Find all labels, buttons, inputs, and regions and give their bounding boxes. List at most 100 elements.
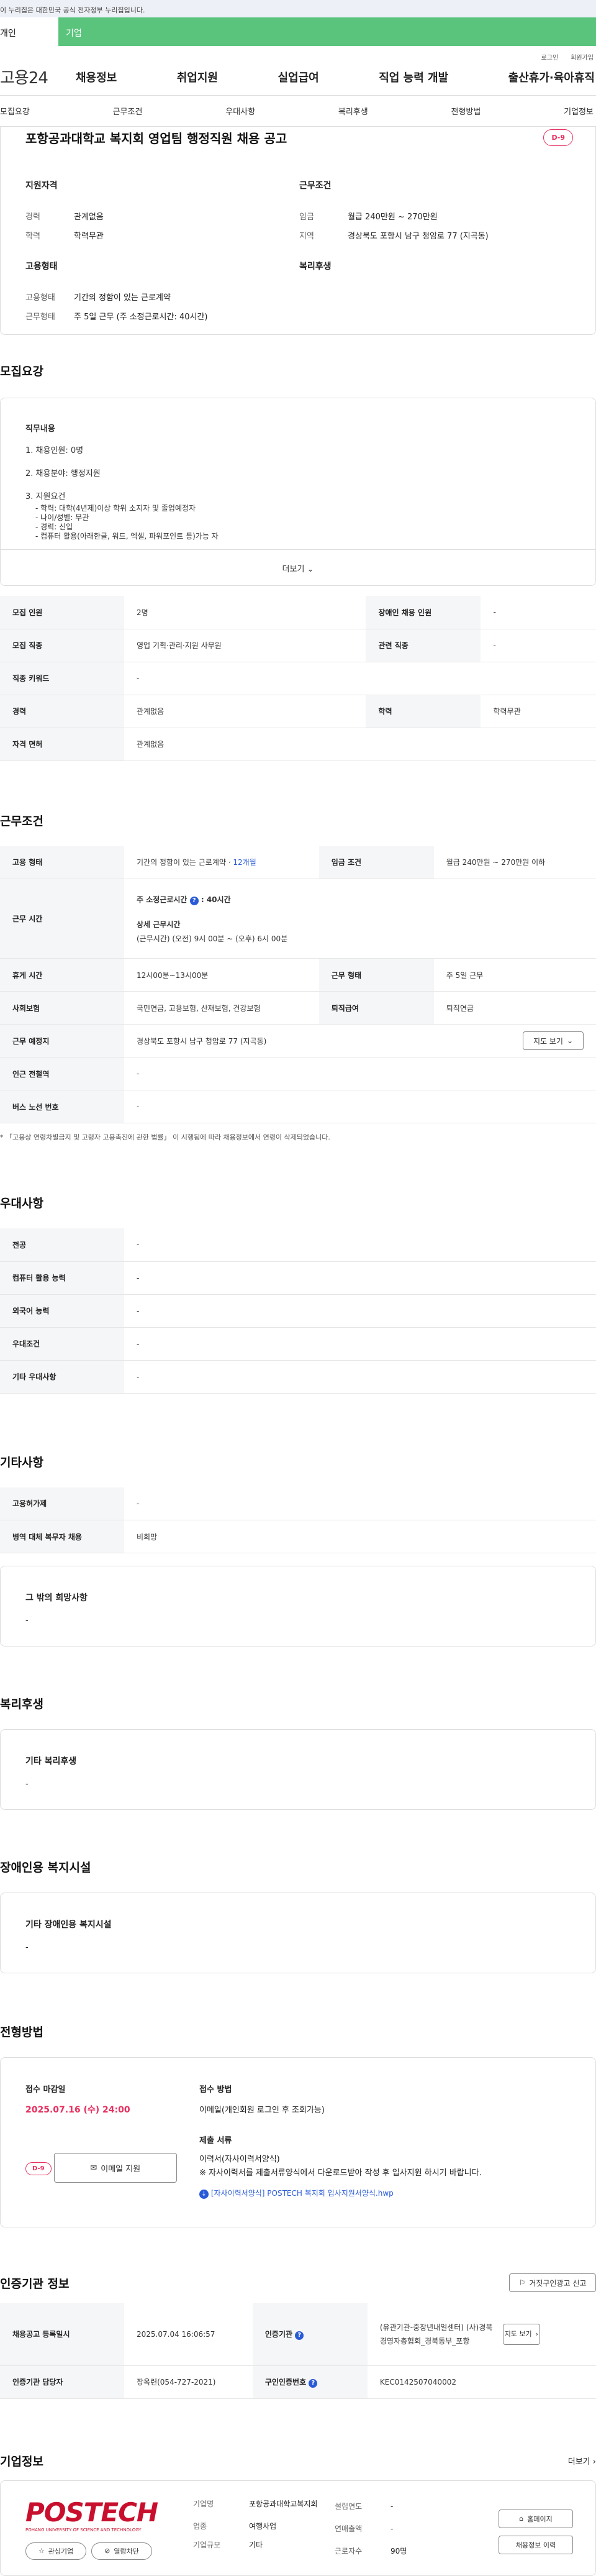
info-icon[interactable]: ? (309, 2378, 318, 2388)
join-link[interactable]: 회원가입 (571, 52, 594, 62)
table-row: 전공 - (0, 1228, 596, 1262)
email-apply-button[interactable]: ✉ 이메일 지원 (53, 2153, 177, 2183)
job-history-label: 채용정보 이력 (515, 2541, 556, 2549)
table-value: 비희망 (124, 1520, 596, 1553)
company-value: 포항공과대학교복지회 (249, 2499, 318, 2508)
job-header: 포항공과대학교 복지회 영업팀 행정직원 채용 공고 D-9 (25, 127, 573, 148)
company-more-link[interactable]: 더보기 › (568, 2455, 596, 2467)
login-link[interactable]: 로그인 (541, 52, 559, 62)
table-row: 병역 대체 복무자 채용 비희망 (0, 1520, 596, 1553)
block-company-label: 열람차단 (114, 2547, 139, 2555)
table-key: 구인인증번호 ? (252, 2365, 368, 2399)
subnav-pref[interactable]: 우대사항 (225, 105, 255, 117)
table-value: - (481, 596, 596, 629)
table-value: 2025.07.04 16:06:57 (124, 2303, 253, 2366)
docs-note: ※ 자사이력서를 제출서류양식에서 다운로드받아 작성 후 입사지원 하시기 바… (199, 2168, 482, 2178)
table-value: 학력무관 (481, 695, 596, 728)
homepage-label: 홈페이지 (527, 2514, 553, 2523)
tab-personal[interactable]: 개인 (0, 17, 58, 46)
dday-badge: D-9 (25, 2162, 52, 2175)
job-summary-top: 지원자격 경력 관계없음 학력 학력무관 근무조건 임금 월급 240만원 ~ 270… (25, 179, 573, 246)
table-row: 인근 전철역 - (0, 1057, 596, 1090)
company-value: 90명 (391, 2546, 407, 2555)
weekly-hours-value: 40시간 (206, 895, 231, 904)
info-icon[interactable]: ? (295, 2331, 304, 2340)
qualification-title: 지원자격 (25, 181, 58, 191)
agency-table: 채용공고 등록일시 2025.07.04 16:06:57 인증기관 ? (유관… (0, 2303, 596, 2399)
desc-line: 2. 채용분야: 행정지원 (25, 469, 101, 478)
subnav-benefit[interactable]: 복리후생 (338, 105, 368, 117)
resume-file-link[interactable]: ↓ [자사이력서양식] POSTECH 복지회 입사지원서양식.hwp (199, 2188, 571, 2199)
section-title-agency: 인증기관 정보 (0, 2277, 70, 2291)
table-row: 외국어 능력 - (0, 1294, 596, 1328)
subnav-company[interactable]: 기업정보 (564, 105, 594, 117)
nav-vocational-training[interactable]: 직업 능력 개발 (379, 69, 448, 85)
benefit-box: 기타 복리후생 - (0, 1729, 596, 1810)
selection-card: 접수 마감일 2025.07.16 (수) 24:00 D-9 ✉ 이메일 지원 … (0, 2057, 596, 2227)
summary-row: 근무형태 주 5일 근무 (주 소정근로시간: 40시간) (25, 308, 299, 327)
info-icon[interactable]: ? (189, 896, 199, 905)
tab-company[interactable]: 기업 (58, 17, 596, 46)
block-icon: ⊘ (104, 2547, 111, 2555)
table-value: - (124, 1294, 596, 1328)
table-value: - (124, 1228, 596, 1262)
company-row: 기업명 포항공과대학교복지회 (193, 2497, 335, 2511)
table-value: - (124, 1360, 596, 1394)
home-icon: ⌂ (519, 2514, 524, 2523)
nav-unemployment-benefit[interactable]: 실업급여 (278, 69, 319, 85)
company-key: 업종 (193, 2521, 207, 2531)
subnav-recruit[interactable]: 모집요강 (0, 105, 30, 117)
site-logo[interactable]: 고용24 (0, 65, 76, 88)
table-key: 휴게 시간 (0, 958, 124, 992)
table-key: 고용허가제 (0, 1487, 124, 1520)
homepage-button[interactable]: ⌂ 홈페이지 (499, 2509, 573, 2528)
map-button[interactable]: 지도 보기 ⌄ (523, 1031, 584, 1050)
summary-key: 지역 (299, 232, 314, 241)
table-value: 관계없음 (124, 728, 596, 761)
main-menu: 채용정보 취업지원 실업급여 직업 능력 개발 출산휴가·육아휴직 (76, 69, 596, 85)
condition-title: 근무조건 (299, 181, 332, 191)
box-value: - (25, 1779, 29, 1789)
section-title-company: 기업정보 (0, 2454, 43, 2469)
more-button[interactable]: 더보기 ⌄ (1, 549, 595, 585)
method-value: 이메일(개인회원 로그인 후 조회가능) (199, 2106, 325, 2115)
block-company-button[interactable]: ⊘ 열람차단 (91, 2542, 152, 2560)
summary-row: 학력 학력무관 (25, 227, 299, 246)
work-table: 고용 형태 기간의 정함이 있는 근로계약 · 12개월 임금 조건 월급 24… (0, 846, 596, 1123)
pref-table: 전공 - 컴퓨터 활용 능력 - 외국어 능력 - 우대조건 - 기타 우대사항 - (0, 1228, 596, 1394)
section-title-selection: 전형방법 (0, 2026, 43, 2039)
summary-value: 월급 240만원 ~ 270만원 (348, 212, 438, 222)
table-value: 영업 기획·관리·지원 사무원 (124, 629, 366, 662)
table-key: 경력 (0, 695, 124, 728)
gov-notice-bar: 이 누리집은 대한민국 공식 전자정부 누리집입니다. (0, 0, 596, 17)
subnav-work[interactable]: 근무조건 (113, 105, 143, 117)
table-value: 2명 (124, 596, 366, 629)
desc-line: 3. 지원요건 (25, 492, 66, 501)
deadline-title: 접수 마감일 (25, 2085, 66, 2094)
employment-block: 고용형태 고용형태 기간의 정함이 있는 근로계약 근무형태 주 5일 근무 (주 … (25, 260, 299, 327)
summary-key: 학력 (25, 232, 40, 241)
nav-jobs[interactable]: 채용정보 (76, 69, 117, 85)
deadline-block: 접수 마감일 2025.07.16 (수) 24:00 D-9 ✉ 이메일 지원 (25, 2083, 199, 2202)
false-ad-report-label: 거짓구인광고 신고 (529, 2278, 587, 2288)
favorite-company-button[interactable]: ☆ 관심기업 (25, 2542, 86, 2560)
table-row: 고용 형태 기간의 정함이 있는 근로계약 · 12개월 임금 조건 월급 24… (0, 846, 596, 879)
table-row: 버스 노선 번호 - (0, 1090, 596, 1123)
nav-employment-support[interactable]: 취업지원 (177, 69, 218, 85)
nav-parental-leave[interactable]: 출산휴가·육아휴직 (508, 69, 595, 85)
false-ad-report-button[interactable]: ⚐ 거짓구인광고 신고 (509, 2273, 596, 2292)
table-row: 근무 예정지 경상북도 포항시 남구 청암로 77 (지곡동) 지도 보기 ⌄ (0, 1024, 596, 1057)
company-value: - (391, 2524, 394, 2533)
qualification-block: 지원자격 경력 관계없음 학력 학력무관 (25, 179, 299, 246)
agency-map-button[interactable]: 지도 보기 › (502, 2323, 540, 2345)
table-key: 고용 형태 (0, 846, 124, 879)
subnav-selection[interactable]: 전형방법 (451, 105, 481, 117)
job-title: 포항공과대학교 복지회 영업팀 행정직원 채용 공고 (25, 130, 287, 146)
docs-value: 이력서(자사이력서양식) (199, 2155, 280, 2164)
agency-org-key: 인증기관 (264, 2329, 293, 2339)
table-row: 채용공고 등록일시 2025.07.04 16:06:57 인증기관 ? (유관… (0, 2303, 596, 2366)
condition-block: 근무조건 임금 월급 240만원 ~ 270만원 지역 경상북도 포항시 남구 청암… (299, 179, 573, 246)
favorite-company-label: 관심기업 (48, 2547, 74, 2555)
job-history-button[interactable]: 채용정보 이력 (499, 2535, 573, 2554)
chevron-right-icon: › (535, 2330, 539, 2339)
